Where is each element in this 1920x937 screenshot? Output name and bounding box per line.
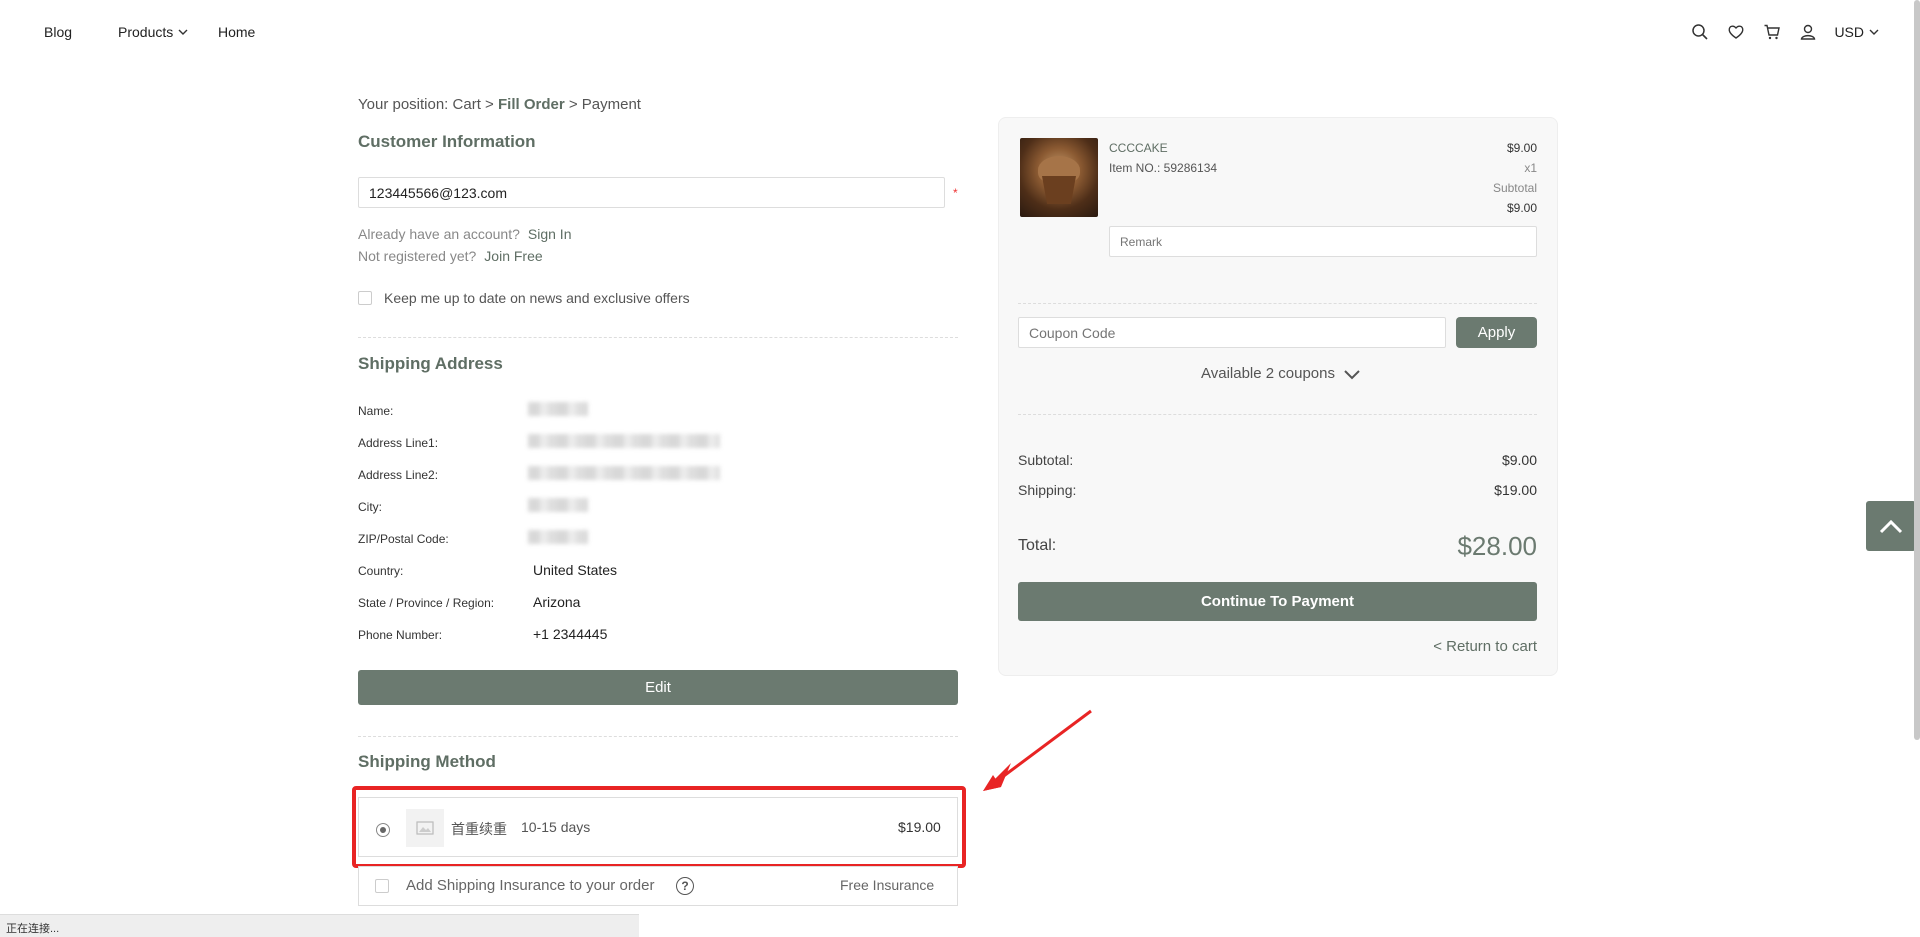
product-item-number: Item NO.: 59286134 — [1109, 161, 1218, 175]
available-coupons-toggle[interactable]: Available 2 coupons — [1201, 365, 1361, 382]
section-divider — [358, 736, 958, 737]
join-free-link[interactable]: Join Free — [484, 248, 542, 264]
insurance-value: Free Insurance — [840, 877, 935, 893]
image-placeholder-icon — [416, 821, 434, 835]
email-field[interactable] — [358, 177, 945, 208]
address2-label: Address Line2: — [358, 468, 439, 482]
insurance-checkbox[interactable] — [375, 879, 389, 893]
nav-home[interactable]: Home — [218, 24, 255, 40]
search-icon[interactable] — [1690, 22, 1710, 42]
nav-blog[interactable]: Blog — [44, 24, 72, 40]
summary-divider — [1018, 414, 1537, 415]
breadcrumb-prefix: Your position: — [358, 96, 449, 113]
shipping-option-price: $19.00 — [898, 819, 941, 835]
chevron-down-icon — [1869, 29, 1879, 35]
continue-to-payment-button[interactable]: Continue To Payment — [1018, 582, 1537, 621]
register-line: Not registered yet? Join Free — [358, 248, 543, 264]
help-icon[interactable]: ? — [676, 877, 694, 895]
nav-actions: USD — [1690, 22, 1880, 42]
breadcrumb-separator: > — [568, 96, 578, 113]
customer-info-title: Customer Information — [358, 132, 536, 151]
line-subtotal-caption: Subtotal — [1492, 181, 1537, 195]
back-to-top-button[interactable] — [1866, 501, 1916, 551]
edit-address-button[interactable]: Edit — [358, 670, 958, 705]
redacted-address2 — [528, 466, 720, 480]
subtotal-label: Subtotal: — [1018, 452, 1074, 468]
summary-divider — [1018, 303, 1537, 304]
heart-icon[interactable] — [1726, 22, 1746, 42]
required-mark: * — [953, 186, 958, 200]
product-image — [1020, 138, 1098, 217]
shipping-value: $19.00 — [1494, 482, 1537, 498]
chevron-up-icon — [1879, 519, 1903, 534]
state-label: State / Province / Region: — [358, 596, 495, 610]
chevron-down-icon — [1344, 369, 1360, 379]
quantity: x1 — [1524, 161, 1537, 175]
breadcrumb-payment: Payment — [581, 96, 641, 113]
city-label: City: — [358, 500, 382, 514]
shipping-option-days: 10-15 days — [521, 819, 591, 835]
user-icon[interactable] — [1798, 22, 1818, 42]
scrollbar[interactable] — [1914, 0, 1920, 740]
state-value: Arizona — [533, 594, 581, 610]
redacted-address1 — [528, 434, 720, 448]
shipping-address-title: Shipping Address — [358, 354, 503, 373]
phone-label: Phone Number: — [358, 628, 443, 642]
apply-coupon-button[interactable]: Apply — [1456, 317, 1537, 348]
subtotal-value: $9.00 — [1501, 452, 1537, 468]
nav-products[interactable]: Products — [118, 24, 189, 40]
redacted-zip — [528, 530, 588, 544]
have-account-text: Already have an account? — [358, 226, 520, 242]
currency-label: USD — [1834, 24, 1864, 40]
unit-price: $9.00 — [1506, 141, 1537, 155]
breadcrumb-separator: > — [485, 96, 494, 113]
shipping-option[interactable] — [358, 797, 958, 857]
annotation-arrow-icon — [983, 709, 1092, 791]
browser-status-bar: 正在连接... — [0, 914, 639, 937]
product-name[interactable]: CCCCAKE — [1109, 141, 1168, 155]
country-label: Country: — [358, 564, 404, 578]
address1-label: Address Line1: — [358, 436, 439, 450]
zip-label: ZIP/Postal Code: — [358, 532, 449, 546]
breadcrumb-current: Fill Order — [497, 96, 565, 113]
line-subtotal: $9.00 — [1506, 201, 1537, 215]
name-label: Name: — [358, 404, 394, 418]
country-value: United States — [533, 562, 618, 578]
return-to-cart-link[interactable]: < Return to cart — [1433, 638, 1537, 655]
cart-icon[interactable] — [1762, 22, 1782, 42]
coupon-input[interactable] — [1018, 317, 1446, 348]
currency-selector[interactable]: USD — [1834, 24, 1880, 40]
not-registered-text: Not registered yet? — [358, 248, 477, 264]
sign-in-link[interactable]: Sign In — [528, 226, 572, 242]
newsletter-checkbox[interactable] — [358, 291, 372, 305]
newsletter-label: Keep me up to date on news and exclusive… — [384, 290, 690, 306]
breadcrumb: Your position: Cart > Fill Order > Payme… — [358, 96, 641, 113]
phone-value: +1 2344445 — [533, 626, 608, 642]
nav-products-label: Products — [118, 24, 174, 40]
chevron-down-icon — [178, 29, 188, 35]
account-line: Already have an account? Sign In — [358, 226, 571, 242]
shipping-option-radio[interactable] — [376, 823, 390, 837]
shipping-label: Shipping: — [1018, 482, 1077, 498]
redacted-city — [528, 498, 588, 512]
available-coupons-label: Available 2 coupons — [1201, 365, 1335, 382]
shipping-method-title: Shipping Method — [358, 752, 496, 771]
top-nav: Blog Products Home USD — [0, 0, 1920, 66]
shipping-carrier-image — [406, 809, 444, 847]
redacted-name — [528, 402, 588, 416]
total-label: Total: — [1018, 537, 1057, 554]
section-divider — [358, 337, 958, 338]
shipping-option-name: 首重续重 — [451, 821, 507, 837]
remark-input[interactable] — [1109, 226, 1537, 257]
insurance-label: Add Shipping Insurance to your order — [406, 877, 655, 894]
total-value: $28.00 — [1457, 531, 1537, 561]
breadcrumb-cart[interactable]: Cart — [453, 96, 481, 113]
